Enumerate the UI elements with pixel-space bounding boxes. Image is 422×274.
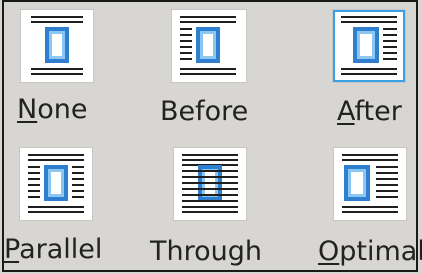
mnemonic: O: [318, 236, 340, 267]
wrap-optimal-label: Optimal: [318, 236, 422, 267]
wrap-optimal-thumbnail: [334, 148, 406, 220]
wrap-parallel-icon: [28, 154, 84, 213]
wrap-parallel-thumbnail: [20, 148, 92, 220]
wrap-option-parallel[interactable]: Parallel: [4, 140, 134, 270]
wrap-option-none[interactable]: None: [16, 6, 126, 134]
wrap-through-thumbnail: [174, 148, 246, 220]
wrap-before-thumbnail: [172, 10, 246, 82]
wrap-options-panel: None Before After Parallel Through Optim…: [2, 0, 422, 272]
wrap-through-icon: [182, 154, 238, 213]
wrap-none-icon: [31, 16, 83, 75]
mnemonic: P: [4, 234, 20, 265]
wrap-after-icon: [341, 16, 397, 75]
wrap-after-label: After: [337, 96, 402, 127]
wrap-parallel-label: Parallel: [4, 234, 103, 265]
wrap-through-label: Through: [150, 236, 262, 267]
wrap-optimal-icon: [342, 154, 398, 213]
wrap-before-icon: [180, 16, 236, 75]
wrap-none-thumbnail: [21, 10, 93, 82]
wrap-option-optimal[interactable]: Optimal: [304, 140, 422, 270]
wrap-option-before[interactable]: Before: [154, 6, 274, 134]
wrap-option-after[interactable]: After: [304, 6, 414, 134]
mnemonic: A: [337, 96, 355, 127]
mnemonic: N: [17, 94, 38, 125]
wrap-after-thumbnail: [333, 10, 405, 82]
wrap-option-through[interactable]: Through: [144, 140, 274, 270]
wrap-before-label: Before: [160, 96, 249, 127]
wrap-none-label: None: [17, 94, 88, 125]
